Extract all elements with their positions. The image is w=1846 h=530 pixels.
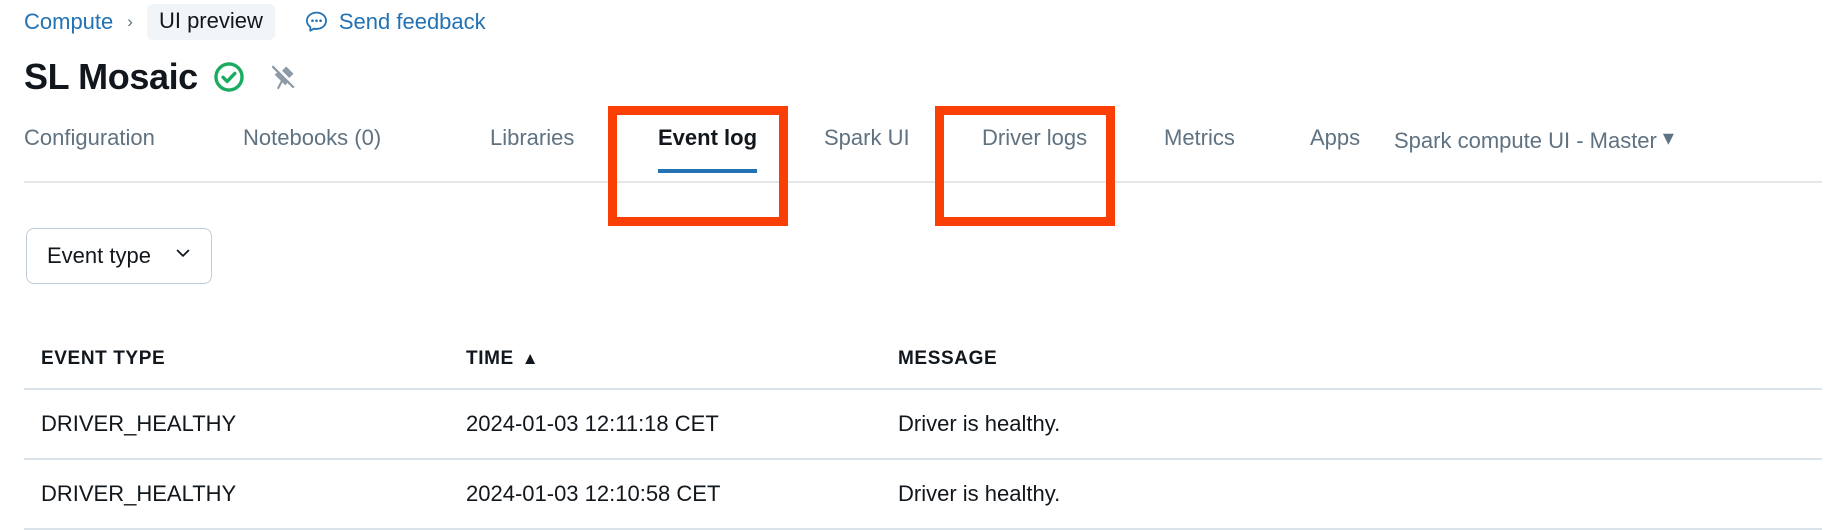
tab-apps[interactable]: Apps — [1310, 125, 1360, 171]
tab-spark-ui[interactable]: Spark UI — [824, 125, 910, 171]
tab-label: Configuration — [24, 125, 155, 150]
table-header-row: EVENT TYPE TIME ▲ MESSAGE — [24, 330, 1822, 390]
cell-event-type: DRIVER_HEALTHY — [41, 411, 237, 436]
column-header-time[interactable]: TIME ▲ — [466, 348, 898, 370]
speech-bubble-icon — [303, 9, 330, 36]
breadcrumb-separator-icon: › — [127, 12, 133, 31]
tab-metrics[interactable]: Metrics — [1164, 125, 1235, 171]
tab-label: Apps — [1310, 125, 1361, 150]
unpin-icon[interactable] — [268, 62, 298, 92]
event-type-filter-button[interactable]: Event type — [26, 228, 212, 284]
cell-event-type: DRIVER_HEALTHY — [41, 481, 237, 506]
page-title: SL Mosaic — [24, 56, 198, 97]
column-header-message[interactable]: MESSAGE — [898, 348, 1822, 370]
check-circle-icon — [212, 60, 246, 94]
cell-time: 2024-01-03 12:10:58 CET — [466, 481, 721, 506]
tab-label: Driver logs — [982, 125, 1088, 150]
chevron-down-icon — [173, 243, 193, 269]
send-feedback-label: Send feedback — [338, 9, 486, 34]
breadcrumb: Compute › UI preview Send feedback — [24, 4, 486, 40]
breadcrumb-link-compute[interactable]: Compute — [24, 9, 113, 35]
tab-label: Spark compute UI - Master — [1394, 128, 1657, 153]
tab-spark-compute-ui-master[interactable]: Spark compute UI - Master ▾ — [1394, 125, 1674, 174]
chevron-down-icon: ▾ — [1662, 125, 1674, 150]
event-log-table: EVENT TYPE TIME ▲ MESSAGE DRIVER_HEALTHY … — [24, 330, 1822, 530]
tab-libraries[interactable]: Libraries — [490, 125, 574, 171]
sort-ascending-icon: ▲ — [521, 349, 540, 368]
tab-label: Metrics — [1164, 125, 1235, 150]
tab-label: Notebooks (0) — [243, 125, 382, 150]
column-header-label: MESSAGE — [898, 348, 998, 369]
tab-notebooks[interactable]: Notebooks (0) — [243, 125, 381, 171]
cell-time: 2024-01-03 12:11:18 CET — [466, 411, 719, 436]
tab-label: Libraries — [490, 125, 575, 150]
cell-message: Driver is healthy. — [898, 481, 1061, 506]
send-feedback-button[interactable]: Send feedback — [303, 9, 486, 36]
breadcrumb-chip-ui-preview[interactable]: UI preview — [146, 4, 275, 40]
active-tab-underline — [658, 169, 758, 173]
tab-label: Event log — [658, 125, 758, 150]
tab-bar: Configuration Notebooks (0) Libraries Ev… — [24, 125, 1822, 183]
column-header-label: TIME — [466, 348, 514, 369]
tab-label: Spark UI — [824, 125, 910, 150]
table-row[interactable]: DRIVER_HEALTHY 2024-01-03 12:11:18 CET D… — [24, 390, 1822, 460]
column-header-label: EVENT TYPE — [41, 348, 166, 369]
page-header: SL Mosaic — [24, 54, 298, 100]
column-header-event-type[interactable]: EVENT TYPE — [24, 348, 466, 370]
cell-message: Driver is healthy. — [898, 411, 1061, 436]
tab-event-log[interactable]: Event log — [658, 125, 758, 173]
tab-driver-logs[interactable]: Driver logs — [982, 125, 1087, 171]
event-type-filter-label: Event type — [47, 243, 151, 268]
tab-configuration[interactable]: Configuration — [24, 125, 155, 171]
table-row[interactable]: DRIVER_HEALTHY 2024-01-03 12:10:58 CET D… — [24, 460, 1822, 530]
